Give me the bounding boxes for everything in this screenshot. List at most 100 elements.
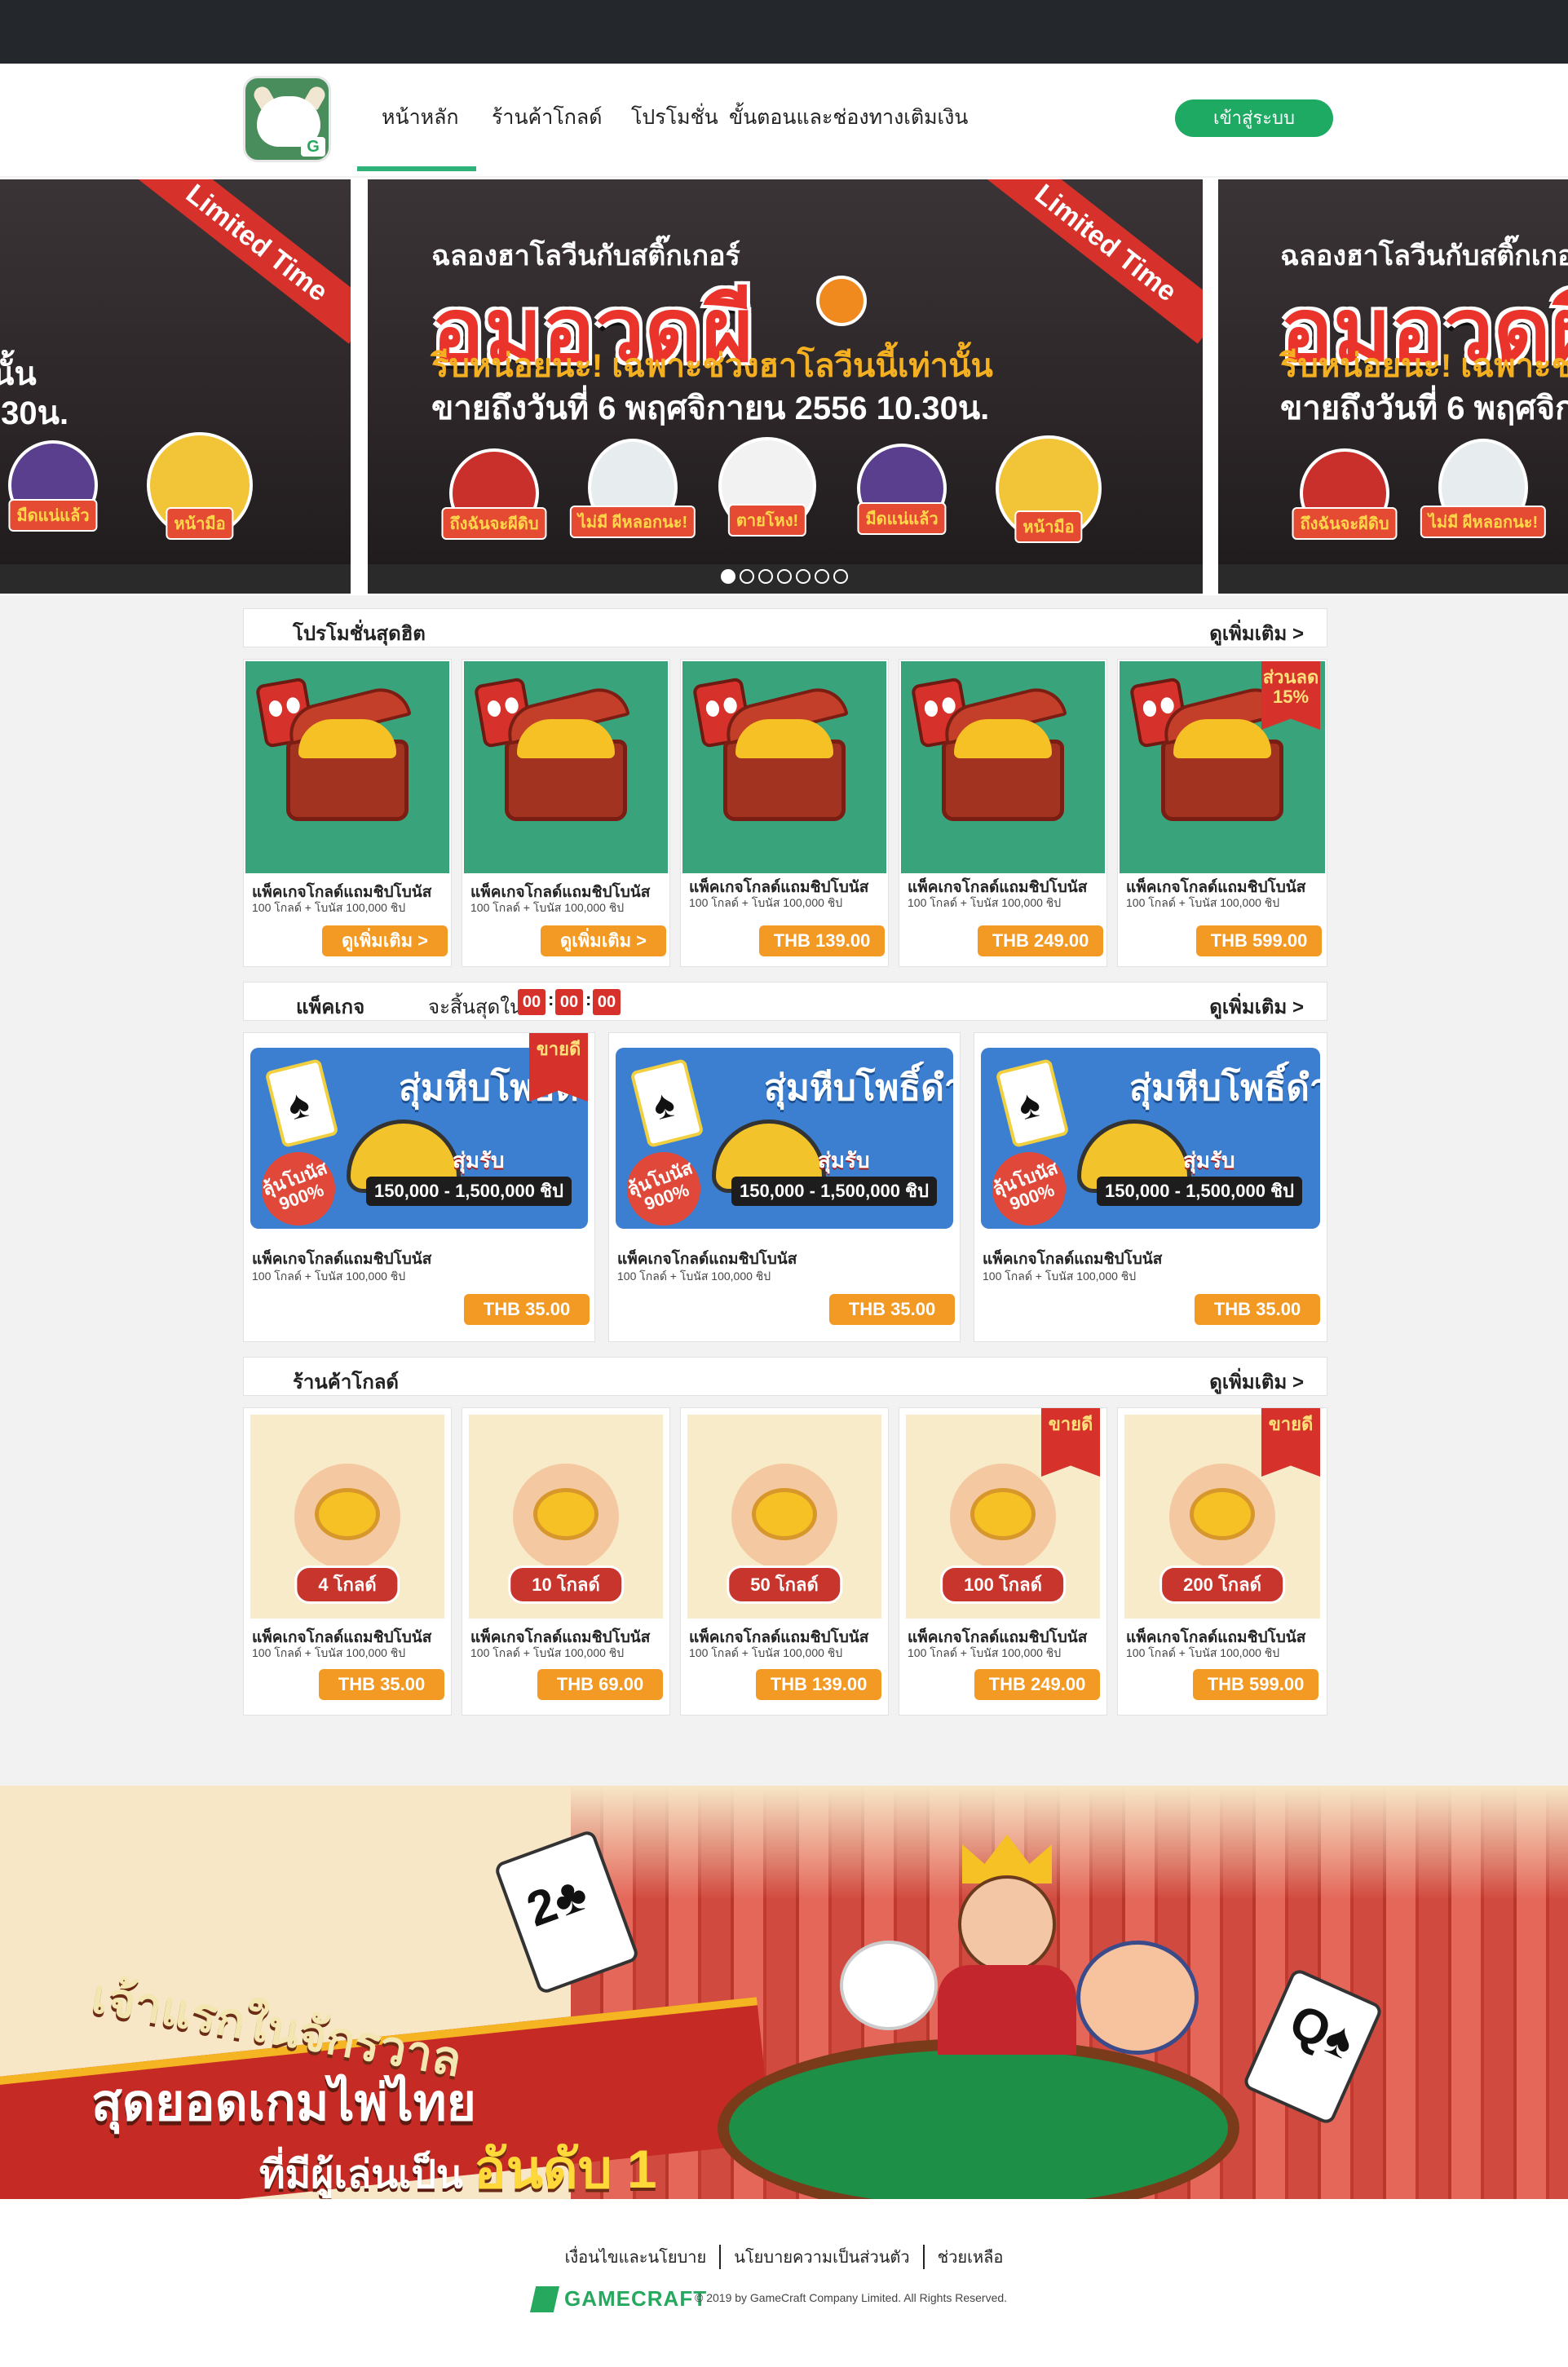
carousel-dot[interactable]	[796, 569, 811, 584]
price-button[interactable]: THB 35.00	[319, 1669, 444, 1700]
promo-title: โปรโมชั่นสุดฮิต	[293, 623, 426, 645]
hero-line3: ขายถึงวันที่ 6 พฤศจิกายน 2556 10.30น.	[431, 391, 990, 426]
footer-terms-link[interactable]: เงื่อนไขและนโยบาย	[552, 2244, 720, 2270]
footer-help-link[interactable]: ช่วยเหลือ	[925, 2244, 1017, 2270]
promo-header: โปรโมชั่นสุดฮิต ดูเพิ่มเติม >	[243, 608, 1327, 647]
promo-image	[901, 661, 1105, 873]
product-desc: 100 โกลด์ + โบนัส 100,000 ชิป	[1126, 896, 1280, 909]
nav-promotions[interactable]: โปรโมชั่น	[631, 101, 718, 134]
nav-active-indicator	[357, 166, 476, 171]
price-button[interactable]: THB 35.00	[829, 1294, 955, 1325]
package-more-link[interactable]: ดูเพิ่มเติม >	[1209, 991, 1304, 1022]
package-banner-range: 150,000 - 1,500,000 ชิป	[1097, 1177, 1302, 1206]
promo-card[interactable]: แพ็คเกจโกลด์แถมชิปโบนัส 100 โกลด์ + โบนั…	[680, 659, 889, 967]
bonus-percent-badge: ลุ้นโบนัส 900%	[982, 1142, 1076, 1229]
gold-card[interactable]: 10 โกลด์ แพ็คเกจโกลด์แถมชิปโบนัส 100 โกล…	[462, 1407, 670, 1716]
carousel-dot[interactable]	[833, 569, 848, 584]
price-button[interactable]: THB 249.00	[978, 925, 1103, 956]
gamecraft-mark-icon	[530, 2286, 559, 2312]
gold-card[interactable]: 100 โกลด์ ขายดี แพ็คเกจโกลด์แถมชิปโบนัส …	[899, 1407, 1107, 1716]
spade-card-icon: ♠	[995, 1058, 1070, 1149]
carousel-dot[interactable]	[777, 569, 792, 584]
see-more-button[interactable]: ดูเพิ่มเติม >	[322, 925, 448, 956]
top-bar	[0, 0, 1568, 64]
product-desc: 100 โกลด์ + โบนัส 100,000 ชิป	[908, 1646, 1062, 1659]
price-button[interactable]: THB 35.00	[1195, 1294, 1320, 1325]
gamecraft-logo[interactable]: GAMECRAFT	[530, 2285, 706, 2314]
price-button[interactable]: THB 139.00	[759, 925, 885, 956]
sticker-king: หน้ามือ	[996, 435, 1102, 543]
gold-card[interactable]: 200 โกลด์ ขายดี แพ็คเกจโกลด์แถมชิปโบนัส …	[1117, 1407, 1327, 1716]
promo-card[interactable]: แพ็คเกจโกลด์แถมชิปโบนัส 100 โกลด์ + โบนั…	[462, 659, 670, 967]
see-more-button[interactable]: ดูเพิ่มเติม >	[541, 925, 666, 956]
hero-date: .30น.	[0, 395, 69, 431]
package-title: แพ็คเกจ	[296, 996, 365, 1018]
promo-card[interactable]: ส่วนลด 15% แพ็คเกจโกลด์แถมชิปโบนัส 100 โ…	[1117, 659, 1327, 967]
package-banner-title: สุ่มหีบโพธิ์ดำ	[764, 1068, 953, 1108]
package-banner-range: 150,000 - 1,500,000 ชิป	[366, 1177, 572, 1206]
carousel-dot[interactable]	[758, 569, 773, 584]
treasure-chest-icon	[939, 681, 1067, 821]
promo-card[interactable]: แพ็คเกจโกลด์แถมชิปโบนัส 100 โกลด์ + โบนั…	[243, 659, 452, 967]
treasure-chest-icon	[720, 681, 849, 821]
app-logo[interactable]: G	[243, 76, 331, 162]
product-desc: 100 โกลด์ + โบนัส 100,000 ชิป	[983, 1270, 1137, 1283]
product-desc: 100 โกลด์ + โบนัส 100,000 ชิป	[617, 1270, 771, 1283]
hero-slide-prev[interactable]: Limited Time นั้น .30น. มืดแน่แล้ว หน้าม…	[0, 179, 351, 594]
carousel-dot[interactable]	[815, 569, 829, 584]
package-banner-title: สุ่มหีบโพธิ์ดำ	[1129, 1068, 1320, 1108]
price-button[interactable]: THB 599.00	[1196, 925, 1322, 956]
nav-home[interactable]: หน้าหลัก	[382, 101, 459, 134]
gold-shop-header: ร้านค้าโกลด์ ดูเพิ่มเติม >	[243, 1357, 1327, 1396]
product-desc: 100 โกลด์ + โบนัส 100,000 ชิป	[470, 901, 625, 914]
sticker-ghost: ไม่มี ผีหลอกนะ!	[569, 439, 696, 538]
banner-slogan-3: ที่มีผู้เล่นเป็น อันดับ 1	[259, 2139, 657, 2199]
promo-more-link[interactable]: ดูเพิ่มเติม >	[1209, 617, 1304, 649]
gold-card[interactable]: 50 โกลด์ แพ็คเกจโกลด์แถมชิปโบนัส 100 โกล…	[680, 1407, 889, 1716]
copyright-text: © 2019 by GameCraft Company Limited. All…	[695, 2291, 1008, 2304]
footer-privacy-link[interactable]: นโยบายความเป็นส่วนตัว	[721, 2244, 922, 2270]
carousel-dots	[721, 569, 848, 585]
price-button[interactable]: THB 35.00	[464, 1294, 590, 1325]
package-card[interactable]: ♠ สุ่มหีบโพธิ์ดำ สุ่มรับ 150,000 - 1,500…	[243, 1032, 595, 1342]
nav-gold-shop[interactable]: ร้านค้าโกลด์	[492, 101, 602, 134]
carousel-dot[interactable]	[740, 569, 754, 584]
login-button[interactable]: เข้าสู่ระบบ	[1175, 99, 1333, 137]
gold-card[interactable]: 4 โกลด์ แพ็คเกจโกลด์แถมชิปโบนัส 100 โกลด…	[243, 1407, 452, 1716]
sticker-zombie: ถึงฉันจะผีดิบ	[441, 448, 547, 540]
package-card[interactable]: ♠ สุ่มหีบโพธิ์ดำ สุ่มรับ 150,000 - 1,500…	[974, 1032, 1327, 1342]
hero-slide-active[interactable]: Limited Time ฉลองฮาโลวีนกับสติ๊กเกอร์ อม…	[368, 179, 1203, 594]
gold-image: 4 โกลด์	[250, 1415, 444, 1618]
sticker-zombie: ถึงฉันจะผีดิบ	[1292, 448, 1398, 540]
product-desc: 100 โกลด์ + โบนัส 100,000 ชิป	[689, 1646, 843, 1659]
package-banner-range: 150,000 - 1,500,000 ชิป	[731, 1177, 937, 1206]
product-desc: 100 โกลด์ + โบนัส 100,000 ชิป	[908, 896, 1062, 909]
nav-topup-steps[interactable]: ขั้นตอนและช่องทางเติมเงิน	[729, 101, 968, 134]
gamecraft-wordmark: GAMECRAFT	[564, 2286, 708, 2311]
product-desc: 100 โกลด์ + โบนัส 100,000 ชิป	[252, 1646, 406, 1659]
countdown-label: จะสิ้นสุดใน	[428, 996, 523, 1018]
price-button[interactable]: THB 249.00	[974, 1669, 1100, 1700]
product-desc: 100 โกลด์ + โบนัส 100,000 ชิป	[252, 901, 406, 914]
gold-qty-label: 50 โกลด์	[727, 1565, 842, 1604]
package-card[interactable]: ♠ สุ่มหีบโพธิ์ดำ สุ่มรับ 150,000 - 1,500…	[608, 1032, 961, 1342]
price-button[interactable]: THB 599.00	[1193, 1669, 1318, 1700]
price-button[interactable]: THB 139.00	[756, 1669, 881, 1700]
promo-card[interactable]: แพ็คเกจโกลด์แถมชิปโบนัส 100 โกลด์ + โบนั…	[899, 659, 1107, 967]
price-button[interactable]: THB 69.00	[537, 1669, 663, 1700]
bottom-promo-banner: 2♣ Q♠ เจ้าแรกในจักรวาล สุดยอดเกมไพ่ไทย ท…	[0, 1786, 1568, 2199]
hero-slide-next[interactable]: ฉลองฮาโลวีนกับสติ๊กเกอร์ อมอวดผี รีบหน่อ…	[1218, 179, 1568, 594]
gold-shop-more-link[interactable]: ดูเพิ่มเติม >	[1209, 1366, 1304, 1398]
gold-coin-stack-icon	[513, 1464, 619, 1570]
carousel-dot[interactable]	[721, 569, 735, 584]
bonus-percent-badge: ลุ้นโบนัส 900%	[251, 1142, 346, 1229]
spade-card-icon: ♠	[629, 1058, 704, 1149]
gold-coin-icon	[294, 1464, 400, 1570]
gold-qty-label: 10 โกลด์	[508, 1565, 624, 1604]
sticker-dark: มืดแน่แล้ว	[857, 444, 947, 535]
package-banner-bonus: สุ่มรับ	[453, 1148, 505, 1172]
sticker-king: หน้ามือ	[147, 432, 253, 540]
treasure-chest-icon	[501, 681, 630, 821]
discount-flag: ส่วนลด 15%	[1261, 661, 1320, 730]
gold-qty-label: 200 โกลด์	[1159, 1565, 1285, 1604]
